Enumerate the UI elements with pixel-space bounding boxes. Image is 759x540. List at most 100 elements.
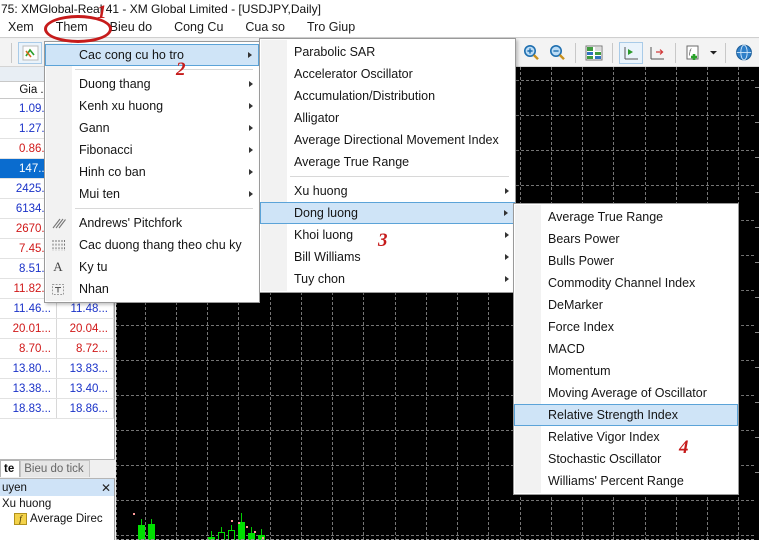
menu-item-accumulation-distribution[interactable]: Accumulation/Distribution (260, 85, 515, 107)
close-icon[interactable]: ✕ (101, 481, 111, 495)
menu-item-dong-luong[interactable]: Dong luong (260, 202, 515, 224)
menu-item-label: Average True Range (294, 155, 410, 169)
menu-item-bears-power[interactable]: Bears Power (514, 228, 738, 250)
label-T-icon (49, 281, 67, 297)
chart-shift-icon[interactable] (645, 42, 669, 64)
menu-item-label: Average Directional Movement Index (294, 133, 499, 147)
bid-value: 13.80... (0, 359, 57, 378)
add-indicator-icon[interactable]: f (682, 42, 706, 64)
zoom-out-icon[interactable] (545, 42, 569, 64)
menu-item-label: MACD (548, 342, 585, 356)
navigator-title-text: uyen (2, 481, 27, 494)
grid-view-icon[interactable] (582, 42, 606, 64)
menu-item-label: Ky tu (79, 260, 108, 274)
bid-value: 20.01... (0, 319, 57, 338)
chevron-right-icon (248, 52, 252, 58)
toolbar-divider-4 (575, 42, 576, 63)
zoom-in-icon[interactable] (519, 42, 543, 64)
chevron-right-icon (249, 191, 253, 197)
menu-item-label: Tuy chon (294, 272, 345, 286)
menu-item-momentum[interactable]: Momentum (514, 360, 738, 382)
chevron-right-icon (505, 276, 509, 282)
navigator-panel[interactable]: uyen ✕ Xu huong f Average Direc (0, 478, 115, 540)
menu-item-cac-cong-cu-ho-tro[interactable]: Cac cong cu ho tro (45, 44, 259, 66)
menu-item-williams-percent-range[interactable]: Williams' Percent Range (514, 470, 738, 492)
toolbar-divider (11, 42, 12, 63)
indicators-menu[interactable]: Parabolic SAR Accelerator Oscillator Acc… (259, 38, 516, 293)
crosshair-indicator-icon[interactable] (18, 41, 42, 64)
chevron-right-icon (505, 254, 509, 260)
chart-price-scale[interactable] (755, 67, 759, 540)
tab-bieu-do-tick[interactable]: Bieu do tick (20, 460, 90, 477)
menu-item-average-directional-movement-index[interactable]: Average Directional Movement Index (260, 129, 515, 151)
menubar-item-bieudo[interactable]: Bieu do (99, 18, 163, 37)
menubar-item-trogiup[interactable]: Tro Giup (296, 18, 366, 37)
navigator-group-label: Xu huong (2, 498, 52, 510)
window-title: 75: XMGlobal-Real 41 - XM Global Limited… (0, 0, 759, 18)
menu-item-bill-williams[interactable]: Bill Williams (260, 246, 515, 268)
menu-separator (75, 208, 253, 209)
chevron-right-icon (249, 103, 253, 109)
market-watch-tabs: te Bieu do tick (0, 459, 115, 477)
text-A-icon: A (53, 259, 63, 274)
menu-item-gann[interactable]: Gann (45, 117, 259, 139)
chevron-right-icon (505, 232, 509, 238)
menu-item-label: Average True Range (548, 210, 664, 224)
menu-item-relative-vigor-index[interactable]: Relative Vigor Index (514, 426, 738, 448)
menu-item-label: Duong thang (79, 77, 151, 91)
menu-item-moving-average-of-oscillator[interactable]: Moving Average of Oscillator (514, 382, 738, 404)
menu-item-average-true-range[interactable]: Average True Range (260, 151, 515, 173)
table-row[interactable]: 8.70... 8.72... (0, 339, 114, 359)
list-item[interactable]: Xu huong (0, 496, 114, 511)
menu-item-alligator[interactable]: Alligator (260, 107, 515, 129)
oscillators-menu[interactable]: Average True Range Bears Power Bulls Pow… (513, 203, 739, 495)
menu-item-stochastic-oscillator[interactable]: Stochastic Oscillator (514, 448, 738, 470)
ask-value: 20.04... (57, 319, 114, 338)
globe-icon[interactable] (732, 42, 756, 64)
menu-item-macd[interactable]: MACD (514, 338, 738, 360)
menu-item-demarker[interactable]: DeMarker (514, 294, 738, 316)
menu-item-label: Accelerator Oscillator (294, 67, 413, 81)
menu-item-ky-tu[interactable]: A Ky tu (45, 256, 259, 278)
chevron-right-icon (249, 147, 253, 153)
indicator-fx-icon: f (14, 513, 27, 525)
table-row[interactable]: 20.01... 20.04... (0, 319, 114, 339)
menu-item-label: Bears Power (548, 232, 620, 246)
menu-item-parabolic-sar[interactable]: Parabolic SAR (260, 41, 515, 63)
menu-item-label: Momentum (548, 364, 611, 378)
menu-item-label: Hinh co ban (79, 165, 146, 179)
menu-item-mui-ten[interactable]: Mui ten (45, 183, 259, 205)
menu-item-accelerator-oscillator[interactable]: Accelerator Oscillator (260, 63, 515, 85)
menu-item-label: Khoi luong (294, 228, 354, 242)
menu-item-hinh-co-ban[interactable]: Hinh co ban (45, 161, 259, 183)
table-row[interactable]: 13.38... 13.40... (0, 379, 114, 399)
menu-item-nhan[interactable]: Nhan (45, 278, 259, 300)
table-row[interactable]: 18.83... 18.86... (0, 399, 114, 419)
menu-item-xu-huong[interactable]: Xu huong (260, 180, 515, 202)
menu-item-label: Williams' Percent Range (548, 474, 684, 488)
menubar-item-congcu[interactable]: Cong Cu (163, 18, 234, 37)
add-indicator-dropdown-icon[interactable] (708, 42, 719, 64)
menu-item-tuy-chon[interactable]: Tuy chon (260, 268, 515, 290)
tab-te[interactable]: te (0, 460, 21, 477)
them-menu[interactable]: Cac cong cu ho tro Duong thang Kenh xu h… (44, 41, 260, 303)
menu-item-fibonacci[interactable]: Fibonacci (45, 139, 259, 161)
menu-item-label: Fibonacci (79, 143, 133, 157)
menu-item-average-true-range[interactable]: Average True Range (514, 206, 738, 228)
menu-item-kenh-xu-huong[interactable]: Kenh xu huong (45, 95, 259, 117)
menu-item-relative-strength-index[interactable]: Relative Strength Index (514, 404, 738, 426)
menubar-item-cuaso[interactable]: Cua so (234, 18, 296, 37)
menu-item-khoi-luong[interactable]: Khoi luong (260, 224, 515, 246)
menu-item-force-index[interactable]: Force Index (514, 316, 738, 338)
menu-item-andrews-pitchfork[interactable]: Andrews' Pitchfork (45, 212, 259, 234)
menu-item-cac-duong-thang-theo-chu-ky[interactable]: Cac duong thang theo chu ky (45, 234, 259, 256)
menubar-item-them[interactable]: Them (45, 18, 99, 37)
menu-item-duong-thang[interactable]: Duong thang (45, 73, 259, 95)
menu-item-label: Alligator (294, 111, 340, 125)
menubar-item-xem[interactable]: Xem (0, 18, 45, 37)
list-item[interactable]: f Average Direc (0, 511, 114, 526)
auto-scroll-icon[interactable] (619, 41, 643, 64)
table-row[interactable]: 13.80... 13.83... (0, 359, 114, 379)
menu-item-commodity-channel-index[interactable]: Commodity Channel Index (514, 272, 738, 294)
menu-item-bulls-power[interactable]: Bulls Power (514, 250, 738, 272)
